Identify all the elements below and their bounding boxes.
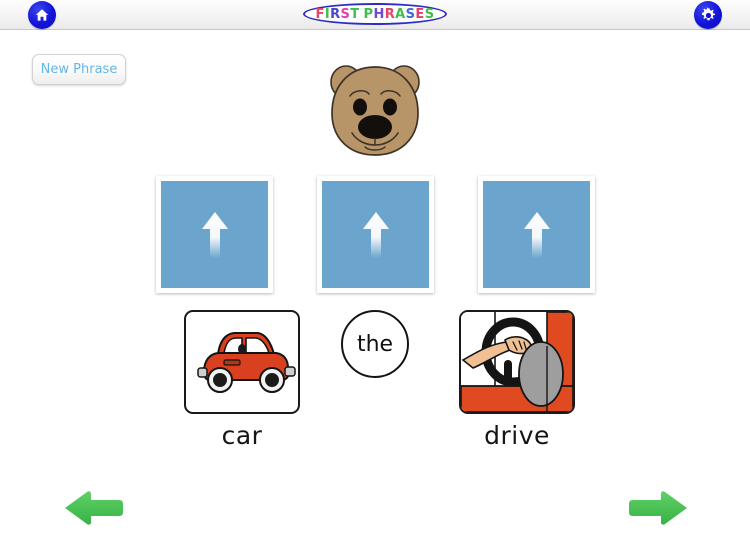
hands-on-steering-wheel-icon: [461, 312, 573, 412]
sentence-slot-3[interactable]: [478, 176, 595, 293]
arrow-up-icon: [201, 211, 228, 258]
choice-label-drive: drive: [484, 421, 550, 450]
app-title-letter: R: [330, 6, 341, 22]
settings-button[interactable]: [694, 1, 722, 29]
app-title-letter: S: [424, 6, 435, 22]
arrow-left-icon: [65, 491, 123, 525]
app-title-letter: S: [340, 6, 351, 22]
new-phrase-button[interactable]: New Phrase: [32, 54, 126, 85]
next-button[interactable]: [627, 487, 689, 529]
app-title-letter: H: [373, 6, 385, 22]
gear-icon: [701, 6, 715, 20]
arrow-up-icon: [362, 211, 389, 258]
sentence-slot-1[interactable]: [156, 176, 273, 293]
app-title-letter: A: [395, 6, 406, 22]
word-circle-the[interactable]: the: [341, 310, 409, 378]
sentence-slot-2[interactable]: [317, 176, 434, 293]
app-title-letter: T: [350, 6, 360, 22]
red-car-icon: [197, 332, 296, 393]
choice-card-car[interactable]: car: [184, 310, 300, 448]
bear-face-icon: [330, 65, 420, 156]
previous-button[interactable]: [63, 487, 125, 529]
app-title: FIRST PHRASES: [303, 3, 447, 25]
bear-avatar: [324, 55, 426, 163]
choice-label-car: car: [221, 421, 263, 450]
home-icon: [35, 9, 49, 21]
drive-picture[interactable]: [459, 310, 575, 414]
app-title-letter: F: [315, 6, 325, 22]
choice-card-drive[interactable]: drive: [459, 310, 575, 448]
choice-card-the[interactable]: the: [341, 310, 409, 378]
arrow-up-icon: [523, 211, 550, 258]
app-title-letter: R: [384, 6, 396, 22]
car-picture[interactable]: [184, 310, 300, 414]
home-button[interactable]: [28, 1, 56, 29]
arrow-right-icon: [629, 491, 687, 525]
app-title-letter: P: [363, 6, 374, 22]
app-title-text: FIRST PHRASES: [316, 8, 435, 21]
app-title-letter: E: [415, 6, 425, 22]
app-title-letter: S: [405, 6, 416, 22]
